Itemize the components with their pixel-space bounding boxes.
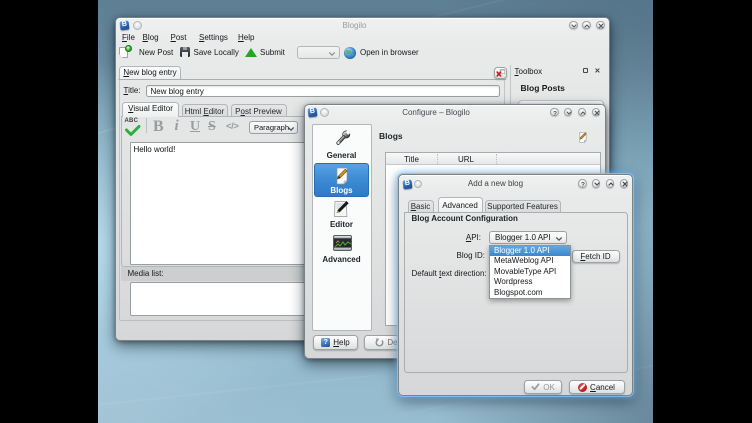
svg-text:?: ? — [553, 110, 557, 117]
svg-text:?: ? — [581, 182, 585, 189]
